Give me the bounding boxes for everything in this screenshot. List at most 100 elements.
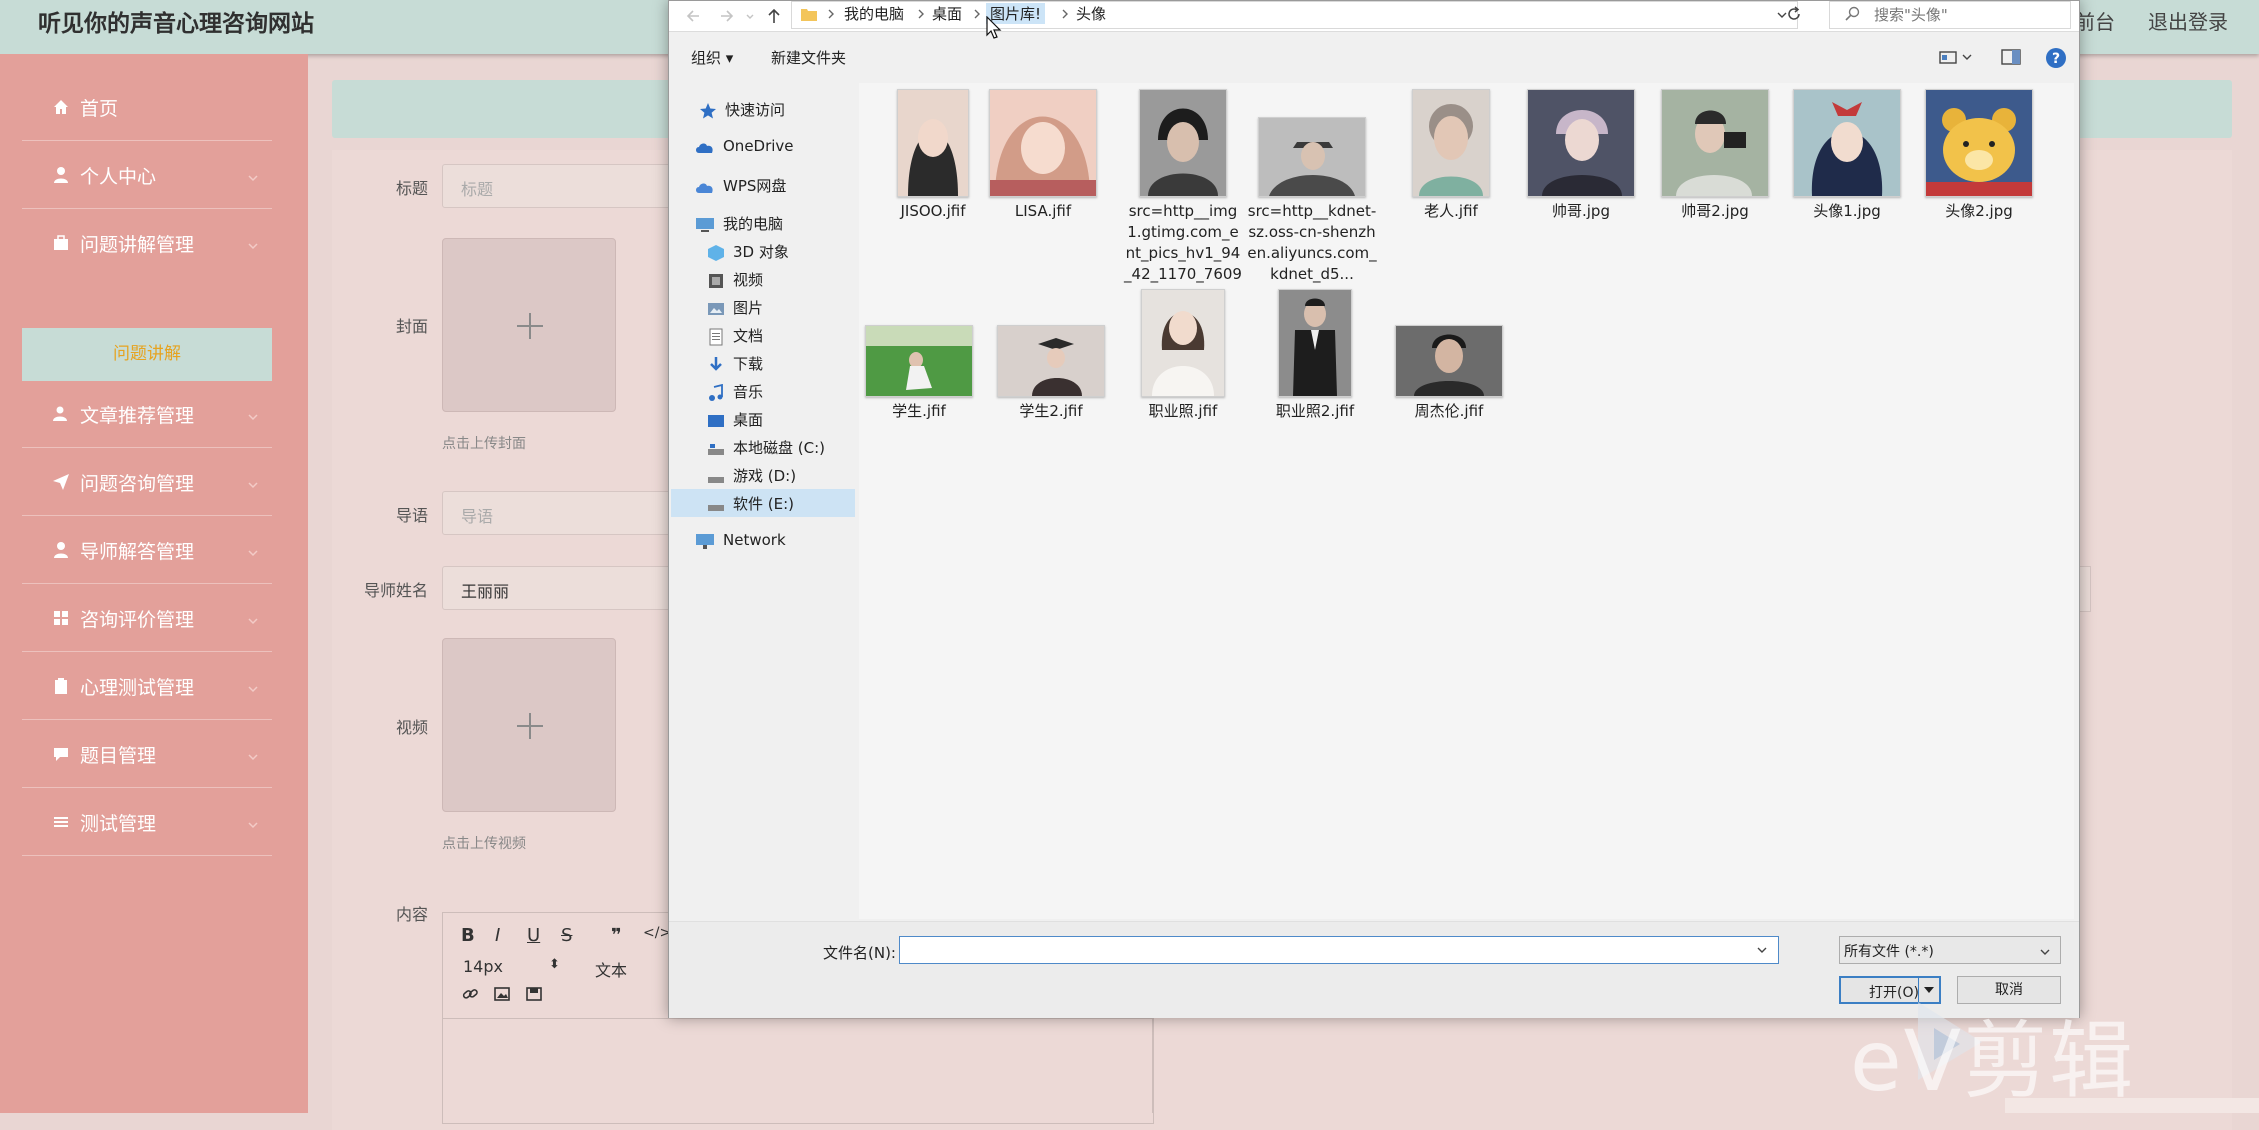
sidebar-subitem-question-explain[interactable]: 问题讲解	[22, 328, 272, 381]
file-item[interactable]: LISA.jfif	[983, 89, 1103, 222]
file-item[interactable]: 头像2.jpg	[1919, 89, 2039, 222]
file-name: 老人.jfif	[1424, 202, 1478, 220]
new-folder-button[interactable]: 新建文件夹	[771, 47, 846, 68]
sidebar-item-questions[interactable]: 题目管理	[22, 721, 272, 788]
sidebar-item-evaluation[interactable]: 咨询评价管理	[22, 585, 272, 652]
chevron-down-icon[interactable]	[1755, 942, 1769, 961]
sidebar-item-consult[interactable]: 问题咨询管理	[22, 449, 272, 516]
editor-body[interactable]	[443, 1019, 1153, 1123]
mentor-input[interactable]: 王丽丽	[442, 566, 672, 610]
network-icon	[695, 532, 715, 550]
file-name: JISOO.jfif	[900, 202, 966, 220]
chevron-right-icon	[916, 6, 926, 20]
cloud-icon	[695, 179, 715, 195]
sort-icon: ⬍	[549, 957, 560, 972]
picture-icon	[707, 300, 725, 318]
file-item[interactable]: 学生2.jfif	[991, 325, 1111, 422]
strike-button[interactable]: S	[561, 925, 572, 946]
file-item[interactable]: 头像1.jpg	[1787, 89, 1907, 222]
link-icon[interactable]	[461, 985, 479, 1008]
home-icon	[52, 98, 70, 116]
search-input[interactable]: 搜索"头像"	[1829, 1, 2071, 29]
view-options-icon[interactable]	[1939, 49, 1973, 69]
file-item[interactable]: src=http__kdnet-sz.oss-cn-shenzhen.aliyu…	[1247, 117, 1377, 285]
file-item[interactable]: 职业照.jfif	[1123, 289, 1243, 422]
nav-onedrive[interactable]: OneDrive	[695, 137, 794, 155]
title-input[interactable]: 标题	[442, 164, 672, 208]
file-item[interactable]: 学生.jfif	[859, 325, 979, 422]
file-thumbnail	[1925, 89, 2033, 197]
recent-dropdown-icon[interactable]	[743, 5, 757, 27]
italic-button[interactable]: I	[495, 925, 500, 946]
video-icon[interactable]	[525, 985, 543, 1008]
file-name: LISA.jfif	[1014, 202, 1072, 220]
file-type-select[interactable]: 所有文件 (*.*)	[1839, 936, 2061, 964]
sidebar-item-article[interactable]: 文章推荐管理	[22, 381, 272, 448]
organize-button[interactable]: 组织 ▾	[691, 47, 733, 68]
nav-network[interactable]: Network	[695, 531, 786, 550]
nav-3d-objects[interactable]: 3D 对象	[707, 241, 789, 262]
refresh-icon[interactable]	[1784, 4, 1804, 28]
plus-icon	[515, 711, 545, 745]
sidebar-item-psych-test[interactable]: 心理测试管理	[22, 653, 272, 720]
sidebar-item-tests[interactable]: 测试管理	[22, 789, 272, 856]
code-button[interactable]: </>	[643, 925, 671, 941]
intro-input[interactable]: 导语	[442, 491, 672, 535]
nav-disk-d[interactable]: 游戏 (D:)	[707, 465, 796, 486]
font-size-select[interactable]: 14px	[463, 957, 503, 976]
nav-desktop[interactable]: 桌面	[707, 409, 763, 430]
file-item[interactable]: 职业照2.jfif	[1255, 289, 1375, 422]
file-item[interactable]: 帅哥.jpg	[1521, 89, 1641, 222]
site-title: 听见你的声音心理咨询网站	[38, 11, 314, 37]
nav-disk-c[interactable]: 本地磁盘 (C:)	[707, 437, 825, 458]
breadcrumb[interactable]: 我的电脑 桌面 图片库! 头像	[791, 1, 1798, 29]
forward-arrow-icon[interactable]	[715, 5, 737, 27]
sidebar-item-mentor[interactable]: 导师解答管理	[22, 517, 272, 584]
chevron-down-icon	[246, 543, 260, 557]
nav-disk-e[interactable]: 软件 (E:)	[707, 493, 794, 514]
mentor-label: 导师姓名	[363, 581, 428, 600]
back-arrow-icon[interactable]	[683, 5, 705, 27]
bold-button[interactable]: B	[461, 925, 475, 946]
nav-videos[interactable]: 视频	[707, 269, 763, 290]
sidebar-item-home[interactable]: 首页	[22, 74, 272, 141]
filename-input[interactable]	[899, 936, 1779, 964]
breadcrumb-item[interactable]: 我的电脑	[844, 3, 904, 24]
nav-documents[interactable]: 文档	[707, 325, 763, 346]
file-item[interactable]: 帅哥2.jpg	[1655, 89, 1775, 222]
breadcrumb-item[interactable]: 头像	[1076, 3, 1106, 24]
file-list: JISOO.jfif LISA.jfif src=http__img1.gtim…	[859, 83, 2074, 919]
nav-downloads[interactable]: 下载	[707, 353, 763, 374]
logout-link[interactable]: 退出登录	[2148, 6, 2228, 35]
chevron-down-icon	[246, 815, 260, 829]
document-icon	[707, 328, 725, 346]
filename-label: 文件名(N):	[823, 944, 896, 962]
file-item[interactable]: 老人.jfif	[1391, 89, 1511, 222]
text-style-select[interactable]: 文本	[595, 957, 627, 981]
quote-button[interactable]: ❞	[611, 925, 622, 946]
breadcrumb-item[interactable]: 桌面	[932, 3, 962, 24]
image-icon[interactable]	[493, 985, 511, 1008]
file-thumbnail	[997, 325, 1105, 397]
preview-pane-icon[interactable]	[2001, 48, 2021, 70]
sidebar-item-question-explain[interactable]: 问题讲解管理	[22, 210, 272, 276]
sidebar-item-profile[interactable]: 个人中心	[22, 142, 272, 209]
clipboard-icon	[52, 677, 70, 695]
nav-wps[interactable]: WPS网盘	[695, 175, 786, 196]
nav-quick-access[interactable]: 快速访问	[699, 99, 785, 120]
nav-this-pc[interactable]: 我的电脑	[695, 213, 783, 234]
chevron-down-icon	[246, 611, 260, 625]
nav-music[interactable]: 音乐	[707, 381, 763, 402]
front-link[interactable]: 前台	[2075, 6, 2115, 35]
nav-pictures[interactable]: 图片	[707, 297, 763, 318]
underline-button[interactable]: U	[527, 925, 540, 946]
file-item[interactable]: 周杰伦.jfif	[1389, 325, 1509, 422]
cover-upload[interactable]	[442, 238, 616, 412]
file-item[interactable]: src=http__img1.gtimg.com_ent_pics_hv1_94…	[1123, 89, 1243, 306]
file-item[interactable]: JISOO.jfif	[873, 89, 993, 222]
help-icon[interactable]: ?	[2045, 47, 2067, 73]
up-arrow-icon[interactable]	[763, 5, 785, 27]
file-thumbnail	[1661, 89, 1769, 197]
file-name: 头像2.jpg	[1945, 202, 2013, 220]
video-upload[interactable]	[442, 638, 616, 812]
